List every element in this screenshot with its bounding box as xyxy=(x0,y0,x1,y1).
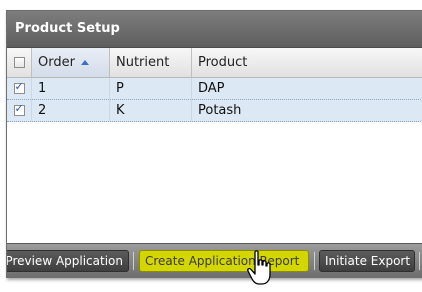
product-setup-panel: Product Setup Order Nutrient Product 1 P… xyxy=(6,10,422,278)
create-application-report-button[interactable]: Create Application Report xyxy=(139,250,309,272)
toolbar-separator xyxy=(314,252,315,270)
nutrient-cell: K xyxy=(110,100,192,121)
nutrient-cell: P xyxy=(110,78,192,99)
column-header-nutrient[interactable]: Nutrient xyxy=(110,48,192,77)
grid-body: 1 P DAP 2 K Potash xyxy=(7,78,422,211)
column-label-order: Order xyxy=(38,55,75,70)
select-all-checkbox[interactable] xyxy=(13,57,25,68)
grid-header: Order Nutrient Product xyxy=(7,48,422,78)
column-label-nutrient: Nutrient xyxy=(116,55,170,70)
order-cell: 2 xyxy=(32,100,110,121)
product-cell: Potash xyxy=(198,103,242,118)
toolbar-separator xyxy=(133,252,134,270)
hand-pointer-cursor-icon xyxy=(247,250,271,285)
preview-application-button[interactable]: Preview Application xyxy=(7,250,129,272)
toolbar-separator xyxy=(419,252,420,270)
table-row[interactable]: 1 P DAP xyxy=(7,78,422,100)
initiate-export-button[interactable]: Initiate Export xyxy=(319,250,415,272)
order-cell: 1 xyxy=(32,78,110,99)
panel-title: Product Setup xyxy=(7,11,422,48)
column-header-order[interactable]: Order xyxy=(32,48,110,77)
column-header-product[interactable]: Product xyxy=(192,48,422,77)
sort-ascending-icon xyxy=(80,60,89,65)
row-checkbox[interactable] xyxy=(13,80,25,94)
row-checkbox[interactable] xyxy=(13,102,25,116)
table-row[interactable]: 2 K Potash xyxy=(7,100,422,122)
column-label-product: Product xyxy=(198,55,248,70)
select-all-cell[interactable] xyxy=(7,48,32,77)
row-select-cell[interactable] xyxy=(7,100,32,121)
product-cell: DAP xyxy=(198,81,225,96)
row-select-cell[interactable] xyxy=(7,78,32,99)
bottom-toolbar: Preview Application Create Application R… xyxy=(7,243,422,277)
